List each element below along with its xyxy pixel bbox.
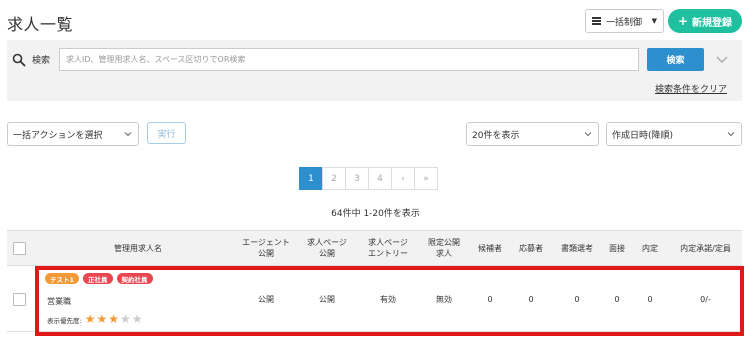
row-checkbox[interactable]	[13, 293, 26, 306]
cell-limited: 無効	[436, 294, 452, 304]
priority-label: 表示優先度:	[47, 316, 82, 325]
table-header: 管理用求人名 エージェント 公開 求人ページ 公開 求人ページ エントリー 限定…	[7, 230, 742, 266]
star-icon: ★	[120, 312, 131, 326]
jobs-table: 管理用求人名 エージェント 公開 求人ページ 公開 求人ページ エントリー 限定…	[7, 230, 742, 332]
priority-stars: ★★★★★	[85, 313, 144, 326]
star-icon: ★	[84, 312, 96, 326]
star-icon: ★	[96, 312, 108, 326]
header-limited: 限定公開 求人	[428, 238, 460, 258]
search-input[interactable]: 求人ID、管理用求人名、スペース区切りでOR検索	[59, 48, 639, 71]
job-name[interactable]: 営業職	[47, 296, 71, 307]
chevron-down-icon	[124, 132, 132, 137]
cell-entry: 有効	[380, 294, 396, 304]
table-row[interactable]: テスト1 正社員 契約社員 営業職 表示優先度: ★★★★★ 公開 公開 有効 …	[7, 266, 742, 332]
header-interview: 面接	[609, 243, 625, 253]
cell-acceptance: 0/-	[700, 294, 711, 304]
new-register-label: 新規登録	[692, 17, 733, 29]
star-icon: ★	[108, 312, 119, 326]
page-2-button[interactable]: 2	[322, 167, 346, 190]
header-acceptance: 内定承諾/定員	[680, 243, 731, 253]
cell-page: 公開	[319, 294, 335, 304]
result-count: 64件中 1-20件を表示	[331, 209, 420, 219]
list-icon	[592, 17, 601, 25]
page-title: 求人一覧	[7, 15, 74, 34]
new-register-button[interactable]: + 新規登録	[668, 9, 742, 33]
header-applicants: 応募者	[519, 243, 543, 253]
header-agent: エージェント 公開	[242, 238, 290, 258]
chevron-down-icon[interactable]	[715, 52, 729, 66]
search-placeholder: 求人ID、管理用求人名、スペース区切りでOR検索	[66, 55, 246, 64]
page-4-button[interactable]: 4	[368, 167, 392, 190]
per-page-value: 20件を表示	[472, 130, 520, 141]
bulk-action-select[interactable]: 一括アクションを選択	[7, 122, 139, 146]
bulk-control-button[interactable]: 一括制御 ▼	[585, 9, 664, 33]
page-3-button[interactable]: 3	[345, 167, 369, 190]
plus-icon: +	[677, 14, 689, 28]
sort-value: 作成日時(降順)	[612, 130, 674, 141]
cell-interview: 0	[614, 294, 620, 304]
tag-contract: 契約社員	[116, 273, 153, 284]
clear-search-link[interactable]: 検索条件をクリア	[655, 82, 727, 95]
header-candidates: 候補者	[478, 243, 502, 253]
search-label: 検索	[32, 56, 51, 66]
cell-agent: 公開	[258, 294, 274, 304]
bulk-control-label: 一括制御	[606, 17, 643, 28]
cell-candidates: 0	[487, 294, 493, 304]
row-tags: テスト1 正社員 契約社員	[45, 273, 153, 284]
cell-screening: 0	[574, 294, 580, 304]
pagination: 1 2 3 4 › »	[299, 167, 438, 190]
per-page-select[interactable]: 20件を表示	[466, 122, 599, 146]
header-name: 管理用求人名	[114, 243, 162, 253]
select-all-checkbox[interactable]	[13, 242, 26, 255]
header-screening: 書類選考	[561, 243, 593, 253]
caret-down-icon: ▼	[651, 17, 657, 25]
search-panel: 検索 求人ID、管理用求人名、スペース区切りでOR検索 検索 検索条件をクリア	[7, 40, 742, 101]
priority-rating: 表示優先度: ★★★★★	[47, 313, 144, 326]
chevron-down-icon	[727, 132, 735, 137]
tag-test: テスト1	[45, 273, 80, 284]
chevron-down-icon	[584, 132, 592, 137]
cell-offer: 0	[647, 294, 653, 304]
cell-applicants: 0	[528, 294, 534, 304]
search-icon	[12, 53, 26, 67]
execute-button[interactable]: 実行	[147, 122, 186, 144]
header-entry: 求人ページ エントリー	[368, 238, 408, 258]
tag-fulltime: 正社員	[83, 273, 113, 284]
search-button[interactable]: 検索	[647, 48, 704, 71]
last-page-button[interactable]: »	[414, 167, 438, 190]
next-page-button[interactable]: ›	[391, 167, 415, 190]
header-page: 求人ページ 公開	[307, 238, 347, 258]
page-1-button[interactable]: 1	[299, 167, 323, 190]
bulk-action-value: 一括アクションを選択	[13, 130, 103, 141]
header-offer: 内定	[642, 243, 658, 253]
star-icon: ★	[131, 312, 143, 326]
sort-select[interactable]: 作成日時(降順)	[606, 122, 742, 146]
